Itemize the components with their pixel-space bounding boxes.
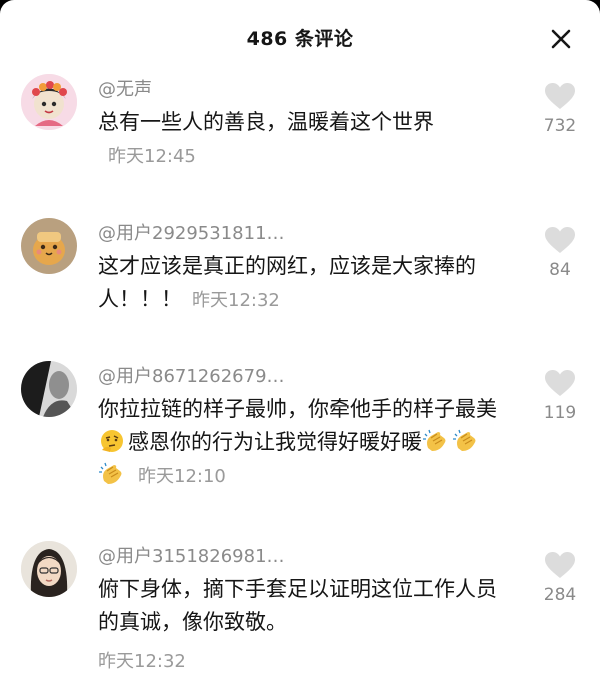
bread-character-avatar-icon	[21, 218, 77, 274]
heart-icon	[545, 83, 575, 109]
woman-photo-avatar-icon	[21, 541, 77, 597]
comment-username[interactable]: @无声	[98, 75, 152, 101]
comment-username[interactable]: @用户8671262679…	[98, 362, 285, 388]
like-button[interactable]: 119	[532, 369, 588, 423]
comment-username[interactable]: @用户2929531811…	[98, 219, 285, 245]
avatar[interactable]	[21, 218, 77, 274]
like-button[interactable]: 284	[532, 551, 588, 605]
comment-username[interactable]: @用户3151826981…	[98, 542, 285, 568]
like-button[interactable]: 732	[532, 82, 588, 136]
close-icon	[551, 29, 571, 49]
grayscale-photo-avatar-icon	[21, 361, 77, 417]
comment-body-part-2: 感恩你的行为让我觉得好暖好暖	[128, 430, 422, 454]
comment-time: 昨天12:45	[108, 146, 196, 167]
like-count: 732	[543, 116, 577, 136]
comments-count-title: 486 条评论	[246, 28, 354, 50]
comments-sheet: 486 条评论 @无声 总有一些人的善良，温暖着这个世界昨天12:45 732 …	[0, 0, 600, 699]
comments-header: 486 条评论	[0, 0, 600, 76]
comment-item: @用户2929531811… 这才应该是真正的网红，应该是大家捧的人！！！ 昨天1…	[0, 218, 600, 328]
avatar[interactable]	[21, 541, 77, 597]
comment-item: @用户3151826981… 俯下身体，摘下手套足以证明这位工作人员的真诚，像你…	[0, 541, 600, 691]
comment-item: @无声 总有一些人的善良，温暖着这个世界昨天12:45 732	[0, 74, 600, 184]
comment-body: 俯下身体，摘下手套足以证明这位工作人员的真诚，像你致敬。	[98, 577, 497, 634]
cartoon-girl-avatar-icon	[21, 74, 77, 130]
avatar[interactable]	[21, 361, 77, 417]
comment-text: 俯下身体，摘下手套足以证明这位工作人员的真诚，像你致敬。	[98, 573, 498, 639]
comment-body-part-1: 你拉拉链的样子最帅，你牵他手的样子最美	[98, 397, 497, 421]
like-count: 119	[543, 403, 577, 423]
comment-body: 这才应该是真正的网红，应该是大家捧的人！！！	[98, 254, 476, 311]
like-count: 284	[543, 585, 577, 605]
comment-time: 昨天12:32	[192, 290, 280, 311]
heart-icon	[545, 227, 575, 253]
clapping-hands-emoji-icon	[423, 429, 446, 451]
comment-time: 昨天12:10	[138, 466, 226, 487]
clapping-hands-emoji-icon	[453, 429, 476, 451]
avatar[interactable]	[21, 74, 77, 130]
thinking-face-emoji-icon	[101, 430, 123, 452]
comment-text: 你拉拉链的样子最帅，你牵他手的样子最美 感恩你的行为让我觉得好暖好暖昨天12:1…	[98, 393, 498, 493]
heart-icon	[545, 552, 575, 578]
comment-body: 总有一些人的善良，温暖着这个世界	[98, 110, 434, 134]
comment-text: 这才应该是真正的网红，应该是大家捧的人！！！ 昨天12:32	[98, 250, 498, 317]
clapping-hands-emoji-icon	[99, 462, 122, 484]
heart-icon	[545, 370, 575, 396]
comment-text: 总有一些人的善良，温暖着这个世界昨天12:45	[98, 106, 498, 173]
like-count: 84	[549, 260, 571, 280]
like-button[interactable]: 84	[532, 226, 588, 280]
close-button[interactable]	[546, 24, 576, 54]
comment-time: 昨天12:32	[98, 651, 186, 672]
comment-item: @用户8671262679… 你拉拉链的样子最帅，你牵他手的样子最美 感恩你的行…	[0, 361, 600, 511]
